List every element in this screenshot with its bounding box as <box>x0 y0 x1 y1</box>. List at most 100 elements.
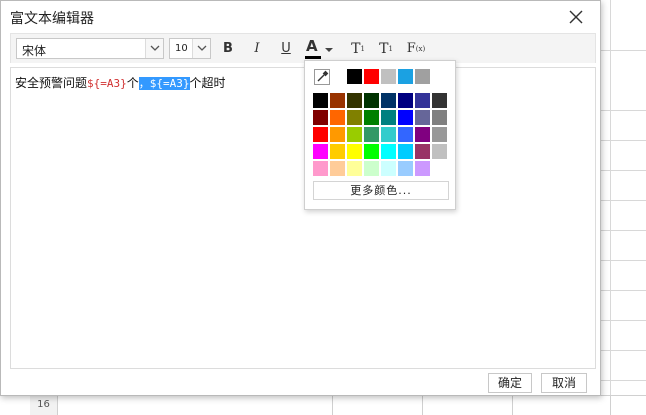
palette-color-swatch[interactable] <box>347 161 362 176</box>
palette-color-swatch[interactable] <box>398 93 413 108</box>
palette-color-swatch[interactable] <box>347 144 362 159</box>
eyedropper-button[interactable] <box>314 69 330 85</box>
grid-line <box>600 350 646 351</box>
bold-button[interactable]: B <box>217 38 239 60</box>
color-picker-popup: 更多颜色... <box>304 60 456 210</box>
palette-color-swatch[interactable] <box>432 127 447 142</box>
palette-color-swatch[interactable] <box>415 161 430 176</box>
palette-color-swatch[interactable] <box>364 127 379 142</box>
palette-color-swatch[interactable] <box>415 110 430 125</box>
recent-color-swatch[interactable] <box>364 69 379 84</box>
palette-color-swatch[interactable] <box>364 161 379 176</box>
close-icon <box>569 10 583 24</box>
recent-color-swatch[interactable] <box>398 69 413 84</box>
grid-line <box>600 110 646 111</box>
superscript-button[interactable]: T1 <box>347 38 369 60</box>
grid-line <box>600 230 646 231</box>
palette-color-swatch[interactable] <box>347 127 362 142</box>
formula-mark: (x) <box>415 45 426 53</box>
palette-color-swatch[interactable] <box>347 93 362 108</box>
text-color-button[interactable]: A <box>303 37 337 60</box>
palette-color-swatch[interactable] <box>398 161 413 176</box>
rich-text-editor-dialog: 富文本编辑器 宋体 10 B I U A T1 T1 F(x) 安全预警问题${… <box>0 0 601 396</box>
grid-line <box>600 290 646 291</box>
recent-color-swatch[interactable] <box>347 69 362 84</box>
formula-icon: F <box>406 41 416 56</box>
current-color-bar <box>305 56 321 59</box>
variable-token: ${=A3} <box>87 77 127 90</box>
row-header[interactable]: 16 <box>30 395 58 415</box>
palette-color-swatch[interactable] <box>313 144 328 159</box>
text-segment: 个超时 <box>189 76 226 90</box>
palette-color-swatch[interactable] <box>313 110 328 125</box>
palette-color-swatch[interactable] <box>330 144 345 159</box>
grid-line <box>422 396 423 415</box>
grid-line <box>600 320 646 321</box>
palette-color-swatch[interactable] <box>381 127 396 142</box>
subscript-button[interactable]: T1 <box>375 38 397 60</box>
selected-text[interactable]: ，${=A3} <box>138 77 190 90</box>
palette-color-swatch[interactable] <box>432 110 447 125</box>
grid-line <box>600 260 646 261</box>
palette-color-swatch[interactable] <box>381 161 396 176</box>
grid-line <box>600 50 646 51</box>
grid-line <box>600 140 646 141</box>
palette-color-swatch[interactable] <box>313 161 328 176</box>
palette-color-swatch[interactable] <box>381 110 396 125</box>
palette-color-swatch[interactable] <box>347 110 362 125</box>
palette-color-swatch[interactable] <box>364 144 379 159</box>
grid-line <box>332 396 333 415</box>
grid-line <box>512 396 513 415</box>
palette-color-swatch[interactable] <box>432 93 447 108</box>
text-segment: 个 <box>126 76 139 90</box>
grid-line <box>610 396 611 415</box>
editor-text-line[interactable]: 安全预警问题${=A3}个，${=A3}个超时 <box>15 74 226 91</box>
palette-color-swatch[interactable] <box>364 110 379 125</box>
sheet-bottom-row <box>30 395 646 415</box>
underline-button[interactable]: U <box>275 38 297 60</box>
grid-line <box>600 170 646 171</box>
formula-button[interactable]: F(x) <box>403 38 429 60</box>
caret-down-icon <box>325 48 333 52</box>
palette-color-swatch[interactable] <box>330 161 345 176</box>
grid-line <box>610 0 611 415</box>
palette-color-swatch[interactable] <box>381 144 396 159</box>
chevron-down-icon <box>192 39 210 58</box>
editor-content-area[interactable]: 安全预警问题${=A3}个，${=A3}个超时 <box>10 67 596 369</box>
chevron-down-icon <box>145 39 163 58</box>
eyedropper-icon <box>317 70 329 82</box>
text-color-icon: A <box>306 37 318 55</box>
title-bar: 富文本编辑器 <box>1 1 600 33</box>
palette-color-swatch[interactable] <box>415 144 430 159</box>
grid-line <box>600 380 646 381</box>
font-size-select[interactable]: 10 <box>169 38 211 59</box>
palette-color-swatch[interactable] <box>398 144 413 159</box>
palette-color-swatch[interactable] <box>330 93 345 108</box>
recent-color-swatch[interactable] <box>415 69 430 84</box>
recent-color-swatch[interactable] <box>381 69 396 84</box>
ok-button[interactable]: 确定 <box>488 373 532 393</box>
palette-color-swatch[interactable] <box>330 110 345 125</box>
italic-button[interactable]: I <box>246 38 268 60</box>
cancel-button[interactable]: 取消 <box>541 373 587 393</box>
grid-line <box>600 200 646 201</box>
palette-color-swatch[interactable] <box>432 161 447 176</box>
close-button[interactable] <box>566 7 586 27</box>
palette-color-swatch[interactable] <box>330 127 345 142</box>
palette-color-swatch[interactable] <box>381 93 396 108</box>
palette-color-swatch[interactable] <box>313 127 328 142</box>
font-size-value: 10 <box>175 43 188 54</box>
subscript-mark: 1 <box>388 45 393 53</box>
palette-color-swatch[interactable] <box>313 93 328 108</box>
recent-color-swatch[interactable] <box>432 69 447 84</box>
more-colors-button[interactable]: 更多颜色... <box>313 181 449 200</box>
palette-color-swatch[interactable] <box>415 93 430 108</box>
font-family-select[interactable]: 宋体 <box>16 38 164 59</box>
palette-color-swatch[interactable] <box>364 93 379 108</box>
palette-color-swatch[interactable] <box>398 127 413 142</box>
superscript-mark: 1 <box>360 45 365 53</box>
palette-color-swatch[interactable] <box>415 127 430 142</box>
palette-color-swatch[interactable] <box>432 144 447 159</box>
palette-color-swatch[interactable] <box>398 110 413 125</box>
text-segment: 安全预警问题 <box>15 76 88 90</box>
